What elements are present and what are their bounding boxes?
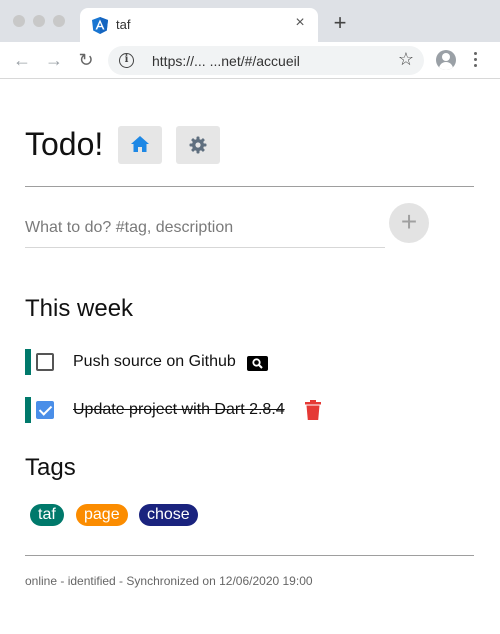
reload-icon[interactable]: ↻	[76, 50, 96, 70]
tag-chip-taf[interactable]: taf	[30, 504, 64, 526]
add-todo-button[interactable]: +	[389, 203, 429, 243]
tag-chip-page[interactable]: page	[76, 504, 128, 526]
new-tab-button[interactable]: +	[330, 12, 350, 34]
todo-tag-bar	[25, 349, 31, 375]
todo-text[interactable]: Push source on Github	[73, 353, 236, 371]
angular-icon	[92, 17, 108, 34]
footer-divider	[25, 555, 474, 556]
bookmark-star-icon[interactable]: ☆	[398, 49, 414, 70]
todo-text[interactable]: Update project with Dart 2.8.4	[73, 401, 285, 419]
section-title-tags: Tags	[25, 454, 76, 481]
browser-toolbar: ← → ↻ i https://... ...net/#/accueil ☆	[0, 42, 500, 79]
profile-avatar-icon[interactable]	[436, 50, 456, 70]
tab-close-icon[interactable]: ×	[292, 14, 308, 32]
forward-icon[interactable]: →	[44, 50, 64, 70]
info-icon[interactable]: i	[119, 53, 134, 68]
header-divider	[25, 186, 474, 187]
home-icon	[131, 136, 149, 152]
browser-tab-bar: taf × +	[0, 0, 500, 42]
new-todo-input[interactable]	[25, 208, 385, 248]
back-icon[interactable]: ←	[12, 50, 32, 70]
search-icon	[252, 358, 263, 369]
home-button[interactable]	[118, 126, 162, 164]
status-text: online - identified - Synchronized on 12…	[25, 574, 313, 588]
todo-checkbox-checked[interactable]	[36, 401, 54, 419]
minimize-window-dot[interactable]	[33, 15, 45, 27]
todo-checkbox[interactable]	[36, 353, 54, 371]
section-title-this-week: This week	[25, 295, 134, 322]
trash-icon[interactable]	[305, 400, 321, 420]
browser-menu-icon[interactable]	[474, 52, 478, 70]
tag-chip-chose[interactable]: chose	[139, 504, 198, 526]
address-bar[interactable]: i https://... ...net/#/accueil ☆	[108, 46, 424, 75]
todo-tag-bar	[25, 397, 31, 423]
browser-tab[interactable]: taf ×	[80, 8, 318, 42]
maximize-window-dot[interactable]	[53, 15, 65, 27]
url-text[interactable]: https://... ...net/#/accueil	[152, 53, 300, 69]
settings-button[interactable]	[176, 126, 220, 164]
tab-title: taf	[116, 17, 131, 32]
todo-item: Update project with Dart 2.8.4	[25, 397, 465, 425]
todo-item: Push source on Github	[25, 349, 465, 377]
search-button[interactable]	[247, 356, 268, 371]
page-title: Todo!	[25, 126, 104, 162]
close-window-dot[interactable]	[13, 15, 25, 27]
gear-icon	[189, 136, 207, 154]
